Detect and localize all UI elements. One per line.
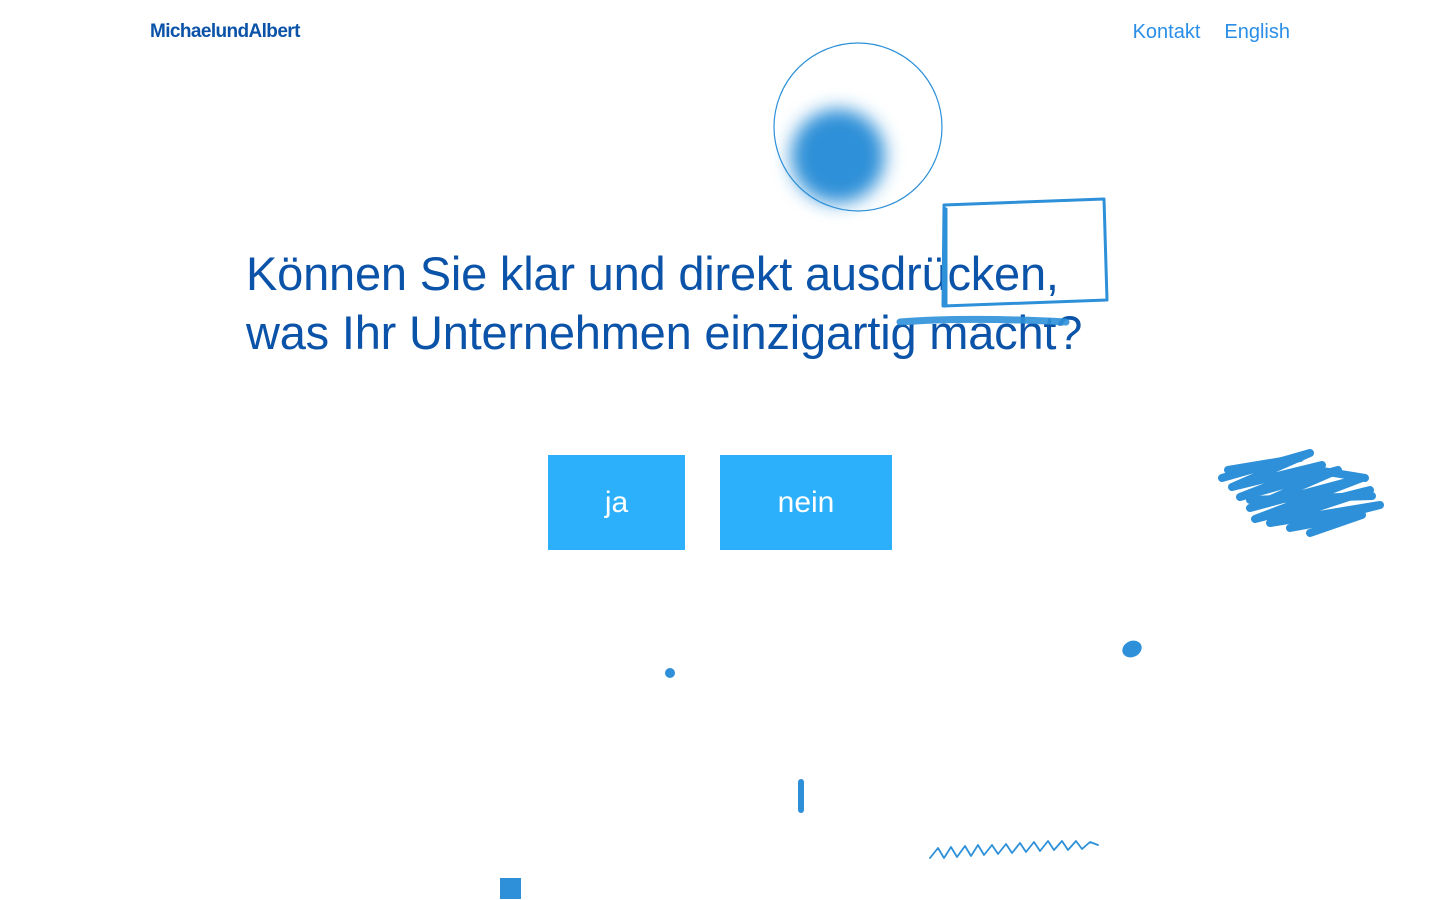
blurred-dot-drawing <box>791 109 885 203</box>
logo-link[interactable]: MichaelundAlbert <box>150 20 300 44</box>
zigzag-drawing <box>929 840 1099 859</box>
nav-link-english[interactable]: English <box>1224 20 1290 44</box>
decorative-drawings <box>773 42 943 212</box>
page: MichaelundAlbert Kontakt English Können … <box>0 0 1440 900</box>
blob-dot-drawing <box>1122 640 1142 658</box>
decorative-sketches <box>500 197 1384 899</box>
hero-question-line-1: Können Sie klar und direkt ausdrücken, <box>246 247 1059 300</box>
top-nav: Kontakt English <box>1133 20 1290 44</box>
no-button[interactable]: nein <box>720 455 892 550</box>
hero-question: Können Sie klar und direkt ausdrücken, w… <box>246 244 1082 362</box>
small-square-drawing <box>500 878 521 899</box>
small-dot-drawing <box>665 668 675 678</box>
outline-circle-drawing <box>773 42 943 212</box>
scribble-drawing <box>1218 449 1384 537</box>
nav-link-kontakt[interactable]: Kontakt <box>1133 20 1201 44</box>
yes-button[interactable]: ja <box>548 455 685 550</box>
hero-question-line-2: was Ihr Unternehmen einzigartig macht? <box>246 306 1083 359</box>
